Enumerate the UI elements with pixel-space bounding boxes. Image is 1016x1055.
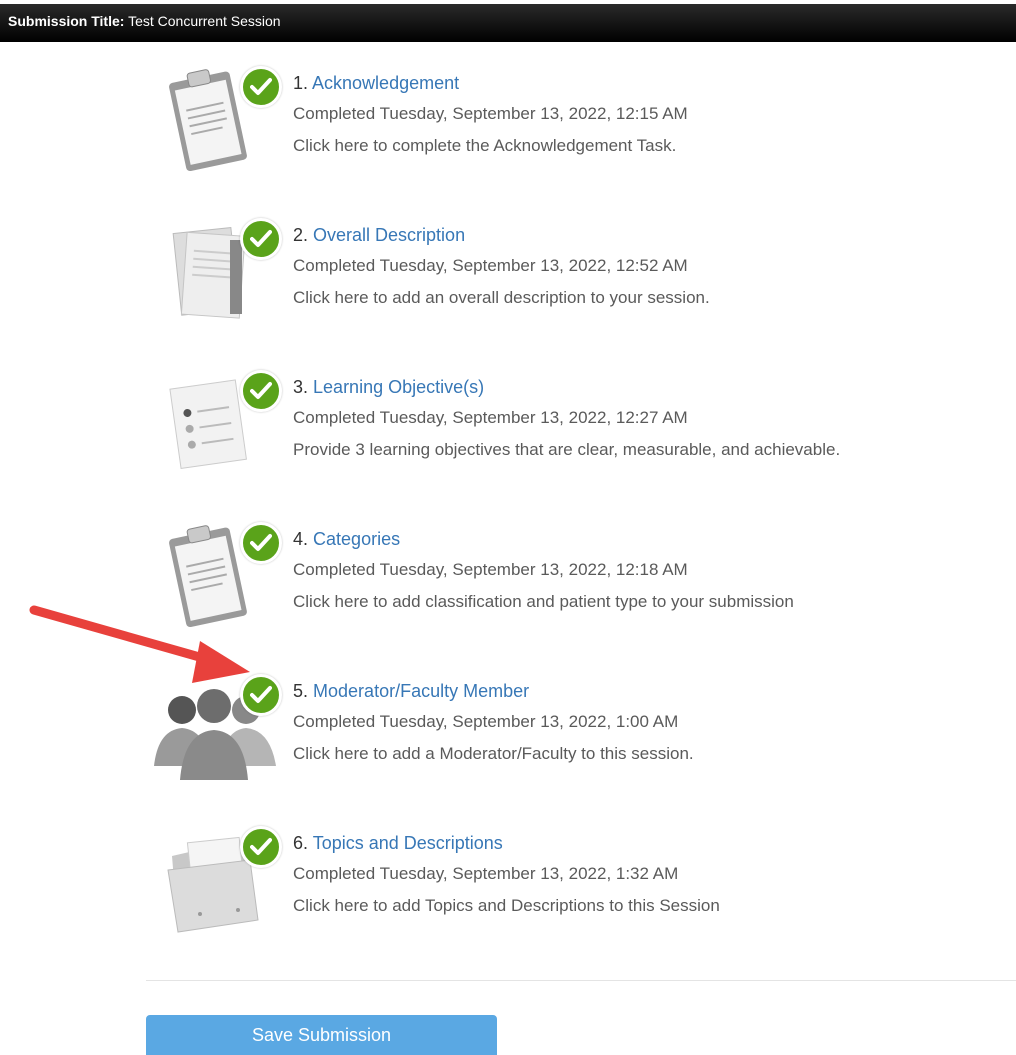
task-number: 2. xyxy=(293,225,309,245)
task-description[interactable]: Click here to add a Moderator/Faculty to… xyxy=(293,738,694,770)
task-link[interactable]: Moderator/Faculty Member xyxy=(313,681,529,701)
task-description[interactable]: Click here to complete the Acknowledgeme… xyxy=(293,130,688,162)
task-description[interactable]: Provide 3 learning objectives that are c… xyxy=(293,434,840,466)
task-number: 1. xyxy=(293,73,309,93)
divider xyxy=(146,980,1016,981)
task-description[interactable]: Click here to add an overall description… xyxy=(293,282,710,314)
task-number: 5. xyxy=(293,681,309,701)
submission-title-value: Test Concurrent Session xyxy=(128,13,281,29)
task-link[interactable]: Acknowledgement xyxy=(312,73,459,93)
check-icon xyxy=(240,674,282,716)
task-link[interactable]: Topics and Descriptions xyxy=(313,833,503,853)
task-learning-objectives[interactable]: 3. Learning Objective(s) Completed Tuesd… xyxy=(150,370,1010,514)
check-icon xyxy=(240,370,282,412)
task-topics-descriptions[interactable]: 6. Topics and Descriptions Completed Tue… xyxy=(150,826,1010,970)
submission-title-bar: Submission Title: Test Concurrent Sessio… xyxy=(0,4,1016,42)
task-number: 4. xyxy=(293,529,309,549)
task-description[interactable]: Click here to add classification and pat… xyxy=(293,586,794,618)
task-status: Completed Tuesday, September 13, 2022, 1… xyxy=(293,256,688,275)
task-categories[interactable]: 4. Categories Completed Tuesday, Septemb… xyxy=(150,522,1010,666)
task-status: Completed Tuesday, September 13, 2022, 1… xyxy=(293,408,688,427)
task-status: Completed Tuesday, September 13, 2022, 1… xyxy=(293,712,679,731)
task-link[interactable]: Categories xyxy=(313,529,400,549)
task-acknowledgement[interactable]: 1. Acknowledgement Completed Tuesday, Se… xyxy=(150,66,1010,210)
task-link[interactable]: Learning Objective(s) xyxy=(313,377,484,397)
task-status: Completed Tuesday, September 13, 2022, 1… xyxy=(293,864,679,883)
task-status: Completed Tuesday, September 13, 2022, 1… xyxy=(293,560,688,579)
check-icon xyxy=(240,66,282,108)
task-number: 3. xyxy=(293,377,309,397)
save-submission-button[interactable]: Save Submission xyxy=(146,1015,497,1055)
check-icon xyxy=(240,218,282,260)
task-moderator-faculty[interactable]: 5. Moderator/Faculty Member Completed Tu… xyxy=(150,674,1010,818)
task-link[interactable]: Overall Description xyxy=(313,225,465,245)
submission-title-label: Submission Title: xyxy=(8,13,125,29)
task-status: Completed Tuesday, September 13, 2022, 1… xyxy=(293,104,688,123)
task-overall-description[interactable]: 2. Overall Description Completed Tuesday… xyxy=(150,218,1010,362)
task-description[interactable]: Click here to add Topics and Description… xyxy=(293,890,720,922)
task-number: 6. xyxy=(293,833,309,853)
check-icon xyxy=(240,826,282,868)
check-icon xyxy=(240,522,282,564)
